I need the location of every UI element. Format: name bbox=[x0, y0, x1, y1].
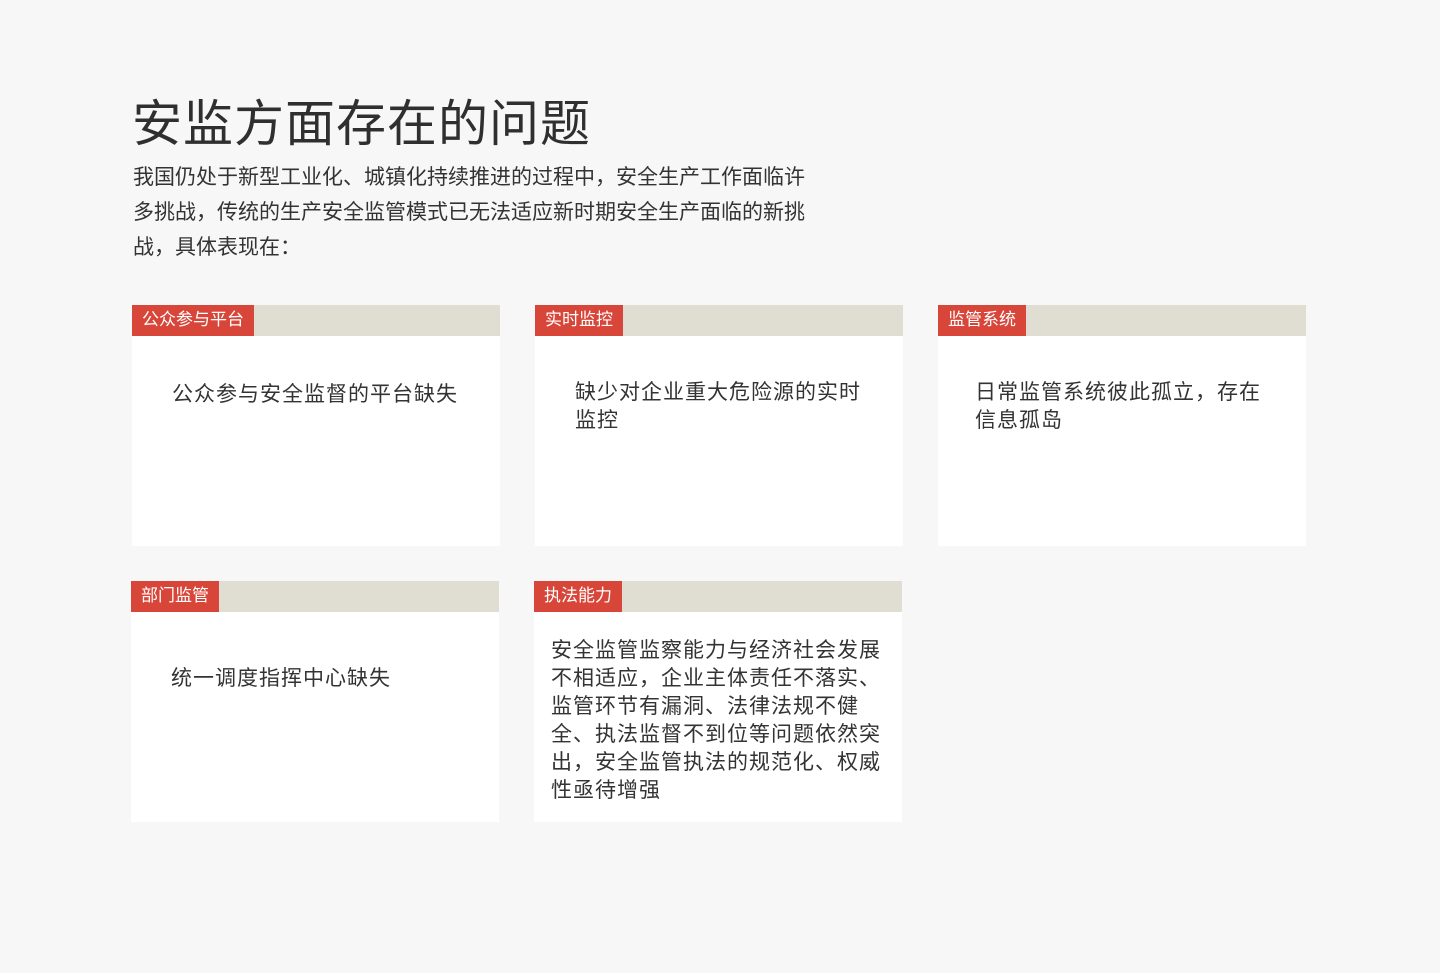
card-tag: 实时监控 bbox=[535, 305, 623, 336]
card-enforcement-capability: 执法能力 安全监管监察能力与经济社会发展不相适应，企业主体责任不落实、监管环节有… bbox=[534, 581, 902, 822]
card-text: 安全监管监察能力与经济社会发展不相适应，企业主体责任不落实、监管环节有漏洞、法律… bbox=[551, 638, 881, 802]
page-title: 安监方面存在的问题 bbox=[132, 95, 591, 153]
card-tag: 监管系统 bbox=[938, 305, 1026, 336]
card-supervision-system: 监管系统 日常监管系统彼此孤立，存在信息孤岛 bbox=[938, 305, 1306, 546]
card-text: 缺少对企业重大危险源的实时监控 bbox=[575, 380, 861, 432]
card-text: 公众参与安全监督的平台缺失 bbox=[172, 382, 458, 406]
card-department-supervision: 部门监管 统一调度指挥中心缺失 bbox=[131, 581, 499, 822]
card-header-bar: 实时监控 bbox=[535, 305, 903, 336]
intro-paragraph: 我国仍处于新型工业化、城镇化持续推进的过程中，安全生产工作面临许多挑战，传统的生… bbox=[133, 165, 805, 259]
card-header-bar: 公众参与平台 bbox=[132, 305, 500, 336]
card-tag: 公众参与平台 bbox=[132, 305, 254, 336]
card-tag: 执法能力 bbox=[534, 581, 622, 612]
card-header-bar: 执法能力 bbox=[534, 581, 902, 612]
card-public-participation: 公众参与平台 公众参与安全监督的平台缺失 bbox=[132, 305, 500, 546]
card-tag: 部门监管 bbox=[131, 581, 219, 612]
card-text: 统一调度指挥中心缺失 bbox=[171, 666, 391, 690]
card-real-time-monitoring: 实时监控 缺少对企业重大危险源的实时监控 bbox=[535, 305, 903, 546]
card-header-bar: 监管系统 bbox=[938, 305, 1306, 336]
card-header-bar: 部门监管 bbox=[131, 581, 499, 612]
card-text: 日常监管系统彼此孤立，存在信息孤岛 bbox=[975, 380, 1261, 432]
